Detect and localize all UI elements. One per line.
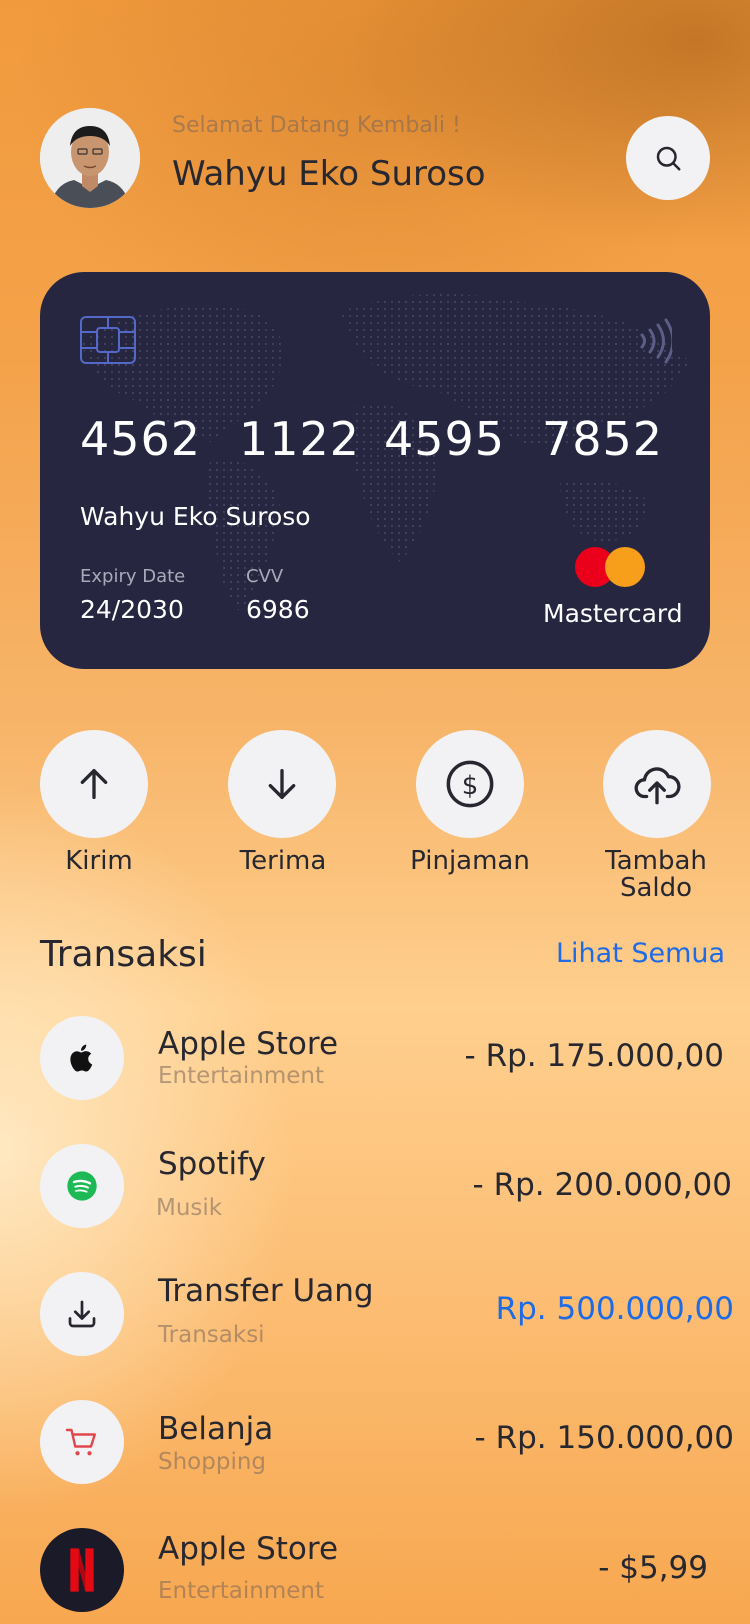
avatar[interactable]: [40, 108, 140, 208]
send-button[interactable]: [40, 730, 148, 838]
cloud-upload-icon: [634, 767, 681, 805]
cvv-label: CVV: [246, 566, 284, 587]
card-holder-name: Wahyu Eko Suroso: [80, 502, 311, 531]
transaction-amount: - $5,99: [598, 1550, 708, 1586]
transaction-amount: - Rp. 175.000,00: [464, 1038, 724, 1074]
transaction-category: Entertainment: [158, 1578, 324, 1604]
card-number-group-1: 4562: [80, 412, 202, 466]
card-number-group-3: 4595: [384, 412, 506, 466]
receive-label: Terima: [239, 846, 327, 876]
transactions-title: Transaksi: [40, 934, 207, 975]
chip-icon: [80, 316, 136, 364]
transaction-category: Entertainment: [158, 1063, 324, 1089]
profile-photo: [40, 108, 140, 208]
card-number-group-2: 1122: [239, 412, 361, 466]
apple-icon: [70, 1044, 93, 1072]
transaction-amount: - Rp. 150.000,00: [474, 1420, 734, 1456]
credit-card[interactable]: 4562 1122 4595 7852 Wahyu Eko Suroso Exp…: [40, 272, 710, 669]
transaction-amount-income: Rp. 500.000,00: [495, 1291, 734, 1327]
expiry-value: 24/2030: [80, 595, 184, 624]
see-all-link[interactable]: Lihat Semua: [556, 938, 725, 969]
svg-text:$: $: [462, 771, 479, 801]
cart-icon: [65, 1428, 96, 1456]
arrow-down-icon: [268, 769, 296, 799]
transaction-icon-apple: [40, 1016, 124, 1100]
mastercard-logo-icon: [575, 547, 645, 587]
transaction-icon-spotify: [40, 1144, 124, 1228]
transaction-amount: - Rp. 200.000,00: [472, 1167, 732, 1203]
transaction-name: Transfer Uang: [158, 1273, 374, 1309]
transaction-name: Apple Store: [158, 1026, 339, 1062]
search-button[interactable]: [626, 116, 710, 200]
card-number-group-4: 7852: [542, 412, 664, 466]
dollar-circle-icon: $: [446, 760, 494, 808]
transaction-icon-shopping: [40, 1400, 124, 1484]
receive-button[interactable]: [228, 730, 336, 838]
search-icon: [656, 146, 681, 171]
top-up-label: Tambah Saldo: [605, 846, 707, 903]
transaction-category: Shopping: [158, 1449, 267, 1475]
send-label: Kirim: [65, 846, 133, 876]
user-name: Wahyu Eko Suroso: [172, 154, 486, 194]
card-brand: Mastercard: [543, 599, 683, 628]
download-icon: [68, 1300, 96, 1328]
expiry-label: Expiry Date: [80, 566, 186, 587]
arrow-up-icon: [80, 769, 108, 799]
transaction-icon-netflix: [40, 1528, 124, 1612]
loan-label: Pinjaman: [410, 846, 530, 876]
transaction-name: Belanja: [158, 1411, 274, 1447]
transaction-name: Spotify: [158, 1146, 266, 1182]
cvv-value: 6986: [246, 595, 310, 624]
greeting-text: Selamat Datang Kembali !: [172, 113, 461, 138]
spotify-icon: [67, 1171, 97, 1201]
transaction-category: Musik: [156, 1195, 223, 1221]
top-up-button[interactable]: [603, 730, 711, 838]
netflix-icon: [70, 1548, 94, 1592]
loan-button[interactable]: $: [416, 730, 524, 838]
transaction-name: Apple Store: [158, 1531, 339, 1567]
contactless-icon: [640, 318, 672, 364]
transaction-category: Transaksi: [158, 1322, 265, 1348]
transaction-icon-transfer: [40, 1272, 124, 1356]
